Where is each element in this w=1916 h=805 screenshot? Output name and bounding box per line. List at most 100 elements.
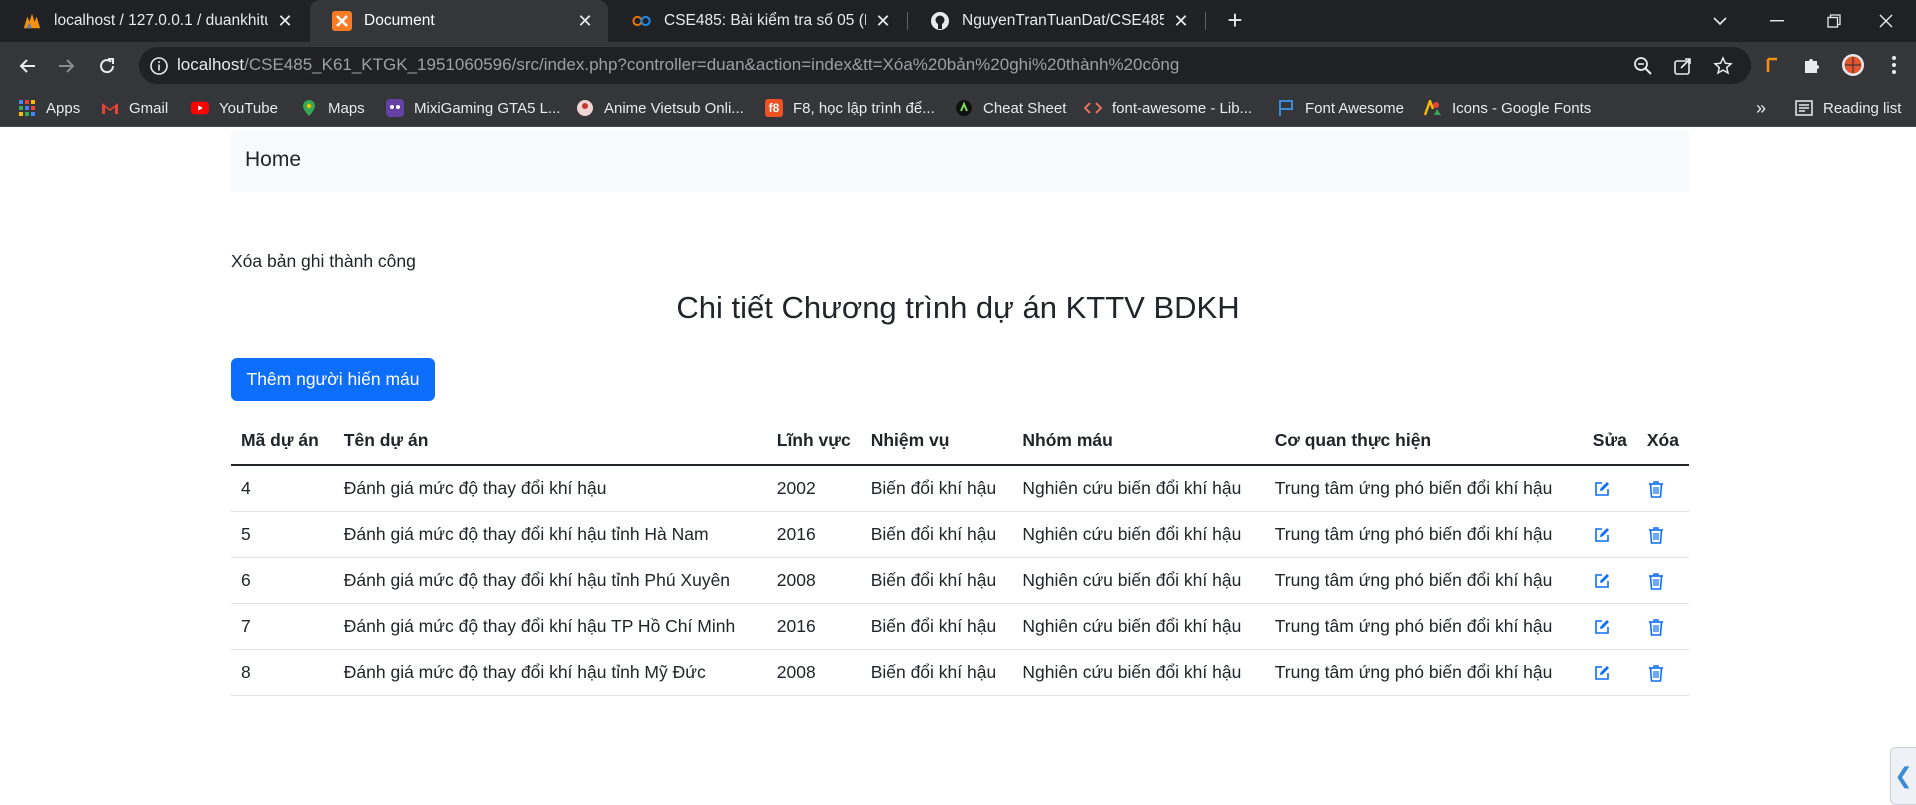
edit-icon[interactable] <box>1593 480 1611 498</box>
restore-icon[interactable] <box>1804 0 1864 42</box>
cell-task: Biến đổi khí hậu <box>860 465 1013 512</box>
add-donor-button[interactable]: Thêm người hiến máu <box>231 358 435 401</box>
close-tab-icon[interactable]: ✕ <box>576 12 594 30</box>
edit-icon[interactable] <box>1593 572 1611 590</box>
edit-icon[interactable] <box>1593 664 1611 682</box>
bookmark-label: Apps <box>46 99 81 117</box>
close-window-icon[interactable] <box>1856 0 1916 42</box>
bookmark-label: MixiGaming GTA5 L... <box>414 99 561 117</box>
f8-icon: f8 <box>765 99 783 117</box>
tab-github[interactable]: NguyenTranTuanDat/CSE485_K61_KTGK ✕ <box>908 0 1204 42</box>
bookmark-label: Gmail <box>129 99 169 117</box>
cell-delete <box>1636 557 1689 604</box>
cheat-sheet-icon <box>955 99 973 117</box>
cell-edit <box>1582 557 1637 604</box>
cell-project-name: Đánh giá mức độ thay đổi khí hậu tỉnh Hà… <box>333 511 767 558</box>
bookmark-f8[interactable]: f8 F8, học lập trình để... <box>765 89 935 127</box>
cell-field: 2008 <box>766 649 861 696</box>
cell-task: Biến đổi khí hậu <box>860 511 1013 558</box>
reading-list-button[interactable]: Reading list <box>1795 89 1901 127</box>
table-row: 7 Đánh giá mức độ thay đổi khí hậu TP Hồ… <box>231 603 1689 650</box>
cell-edit <box>1582 511 1637 558</box>
reload-icon[interactable] <box>92 51 122 81</box>
bookmark-star-icon[interactable] <box>1712 55 1734 77</box>
navbar-home-link[interactable]: Home <box>245 148 301 172</box>
reading-list-label: Reading list <box>1823 99 1902 117</box>
browser-toolbar: localhost/CSE485_K61_KTGK_1951060596/src… <box>0 42 1916 89</box>
zoom-icon[interactable] <box>1632 55 1654 77</box>
site-info-icon[interactable] <box>149 56 169 76</box>
trash-icon[interactable] <box>1647 572 1665 590</box>
tab-document[interactable]: Document ✕ <box>310 0 608 42</box>
tab-phpmyadmin[interactable]: localhost / 127.0.0.1 / duankhituong ✕ <box>0 0 308 42</box>
cell-group: Nghiên cứu biến đổi khí hậu <box>1012 603 1265 650</box>
bookmark-font-awesome-lib[interactable]: font-awesome - Lib... <box>1084 89 1252 127</box>
trash-icon[interactable] <box>1647 526 1665 544</box>
close-tab-icon[interactable]: ✕ <box>874 12 892 30</box>
tab-title: localhost / 127.0.0.1 / duankhituong <box>54 12 268 29</box>
bookmark-font-awesome[interactable]: Font Awesome <box>1277 89 1404 127</box>
cell-task: Biến đổi khí hậu <box>860 603 1013 650</box>
browser-menu-icon[interactable] <box>1882 53 1906 77</box>
anime-icon <box>576 99 594 117</box>
more-bookmarks-button[interactable]: » <box>1756 89 1766 127</box>
trash-icon[interactable] <box>1647 618 1665 636</box>
side-panel-toggle[interactable]: ❮ <box>1890 747 1916 805</box>
tab-title: CSE485: Bài kiểm tra số 05 (Dành cho <box>664 12 866 29</box>
trash-icon[interactable] <box>1647 480 1665 498</box>
back-arrow-icon[interactable] <box>12 51 42 81</box>
bookmark-cheat-sheet[interactable]: Cheat Sheet <box>955 89 1066 127</box>
cell-project-id: 5 <box>231 511 334 558</box>
trash-icon[interactable] <box>1647 664 1665 682</box>
table-header-row: Mã dự án Tên dự án Lĩnh vực Nhiệm vụ Nhó… <box>231 417 1689 466</box>
mixigaming-icon <box>386 99 404 117</box>
bookmark-label: YouTube <box>219 99 278 117</box>
bookmark-label: Cheat Sheet <box>983 99 1067 117</box>
table-row: 4 Đánh giá mức độ thay đổi khí hậu 2002 … <box>231 465 1689 512</box>
close-tab-icon[interactable]: ✕ <box>1172 12 1190 30</box>
minimize-icon[interactable] <box>1747 0 1807 42</box>
forward-arrow-icon[interactable] <box>52 51 82 81</box>
edit-icon[interactable] <box>1593 526 1611 544</box>
bookmark-label: Maps <box>328 99 365 117</box>
bookmark-label: F8, học lập trình để... <box>793 99 935 117</box>
table-row: 5 Đánh giá mức độ thay đổi khí hậu tỉnh … <box>231 511 1689 558</box>
cell-project-id: 6 <box>231 557 334 604</box>
projects-table: Mã dự án Tên dự án Lĩnh vực Nhiệm vụ Nhó… <box>231 417 1689 696</box>
bookmark-gmail[interactable]: Gmail <box>101 89 168 127</box>
bookmark-anime[interactable]: Anime Vietsub Onli... <box>576 89 744 127</box>
tab-search-icon[interactable] <box>1690 0 1750 42</box>
bookmark-youtube[interactable]: YouTube <box>191 89 278 127</box>
address-bar[interactable]: localhost/CSE485_K61_KTGK_1951060596/src… <box>139 47 1751 84</box>
bookmark-maps[interactable]: Maps <box>300 89 365 127</box>
bookmark-apps[interactable]: Apps <box>18 89 80 127</box>
cell-edit <box>1582 649 1637 696</box>
new-tab-button[interactable]: + <box>1222 7 1248 34</box>
cell-project-id: 4 <box>231 465 334 512</box>
cell-group: Nghiên cứu biến đổi khí hậu <box>1012 465 1265 512</box>
bookmark-google-fonts[interactable]: Icons - Google Fonts <box>1424 89 1591 127</box>
extension-toolbar-icon[interactable] <box>1761 53 1785 77</box>
tab-colab[interactable]: CSE485: Bài kiểm tra số 05 (Dành cho ✕ <box>610 0 906 42</box>
column-header-group: Nhóm máu <box>1012 417 1265 466</box>
column-header-project-name: Tên dự án <box>333 417 767 466</box>
close-tab-icon[interactable]: ✕ <box>276 12 294 30</box>
table-row: 6 Đánh giá mức độ thay đổi khí hậu tỉnh … <box>231 557 1689 604</box>
cell-agency: Trung tâm ứng phó biến đổi khí hậu <box>1264 603 1583 650</box>
share-icon[interactable] <box>1672 55 1694 77</box>
cell-agency: Trung tâm ứng phó biến đổi khí hậu <box>1264 511 1583 558</box>
column-header-field: Lĩnh vực <box>766 417 861 466</box>
extensions-puzzle-icon[interactable] <box>1800 53 1824 77</box>
cell-agency: Trung tâm ứng phó biến đổi khí hậu <box>1264 465 1583 512</box>
github-icon <box>930 11 950 31</box>
flag-icon <box>1277 99 1295 117</box>
cell-delete <box>1636 465 1689 512</box>
maps-icon <box>300 99 318 117</box>
profile-avatar-icon[interactable] <box>1841 53 1865 77</box>
cell-edit <box>1582 603 1637 650</box>
edit-icon[interactable] <box>1593 618 1611 636</box>
tab-title: Document <box>364 12 435 29</box>
bookmark-mixigaming[interactable]: MixiGaming GTA5 L... <box>386 89 560 127</box>
apps-grid-icon <box>18 99 36 117</box>
column-header-delete: Xóa <box>1636 417 1689 466</box>
